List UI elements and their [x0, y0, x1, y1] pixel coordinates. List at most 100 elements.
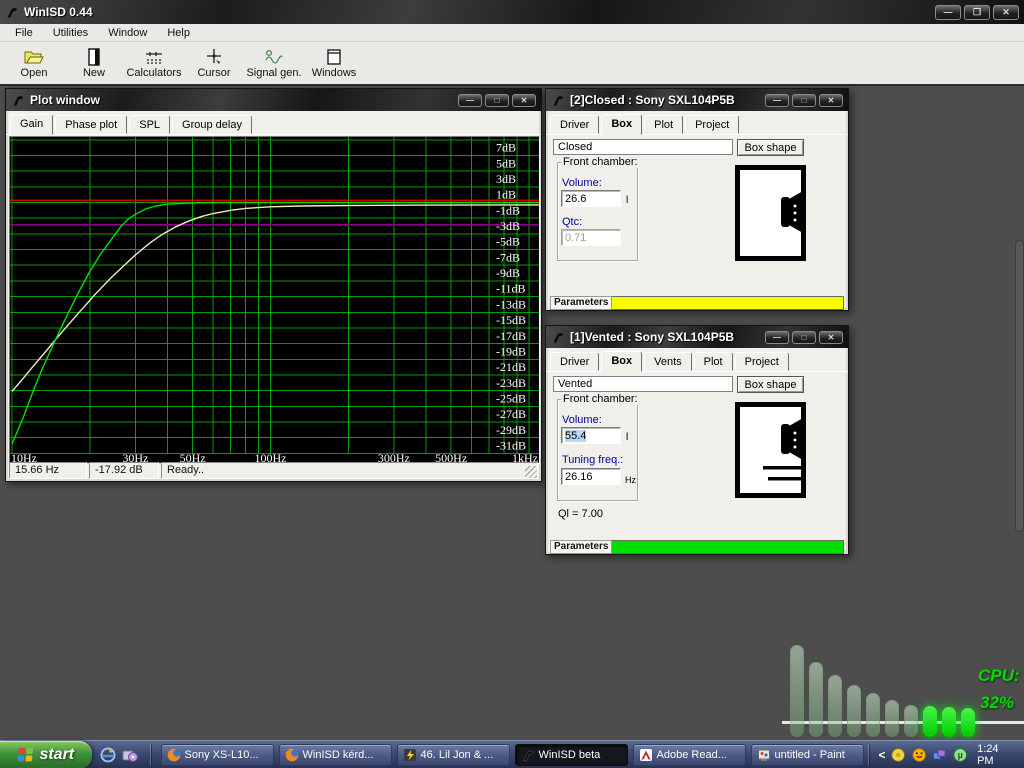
tuning-freq-input[interactable]: 26.16	[561, 468, 621, 485]
y-axis-label: -7dB	[496, 250, 520, 264]
volume-input[interactable]: 55.4	[561, 427, 621, 444]
firefox-icon	[285, 748, 299, 762]
maximize-button[interactable]: □	[792, 94, 816, 107]
taskbar-button-winisd-k-rd[interactable]: WinISD kérd...	[279, 744, 392, 766]
box-shape-button[interactable]: Box shape	[737, 139, 804, 156]
windows-button[interactable]: Windows	[304, 43, 364, 83]
system-tray: < µ 1:24 PM	[864, 743, 1024, 767]
closed-box-diagram	[735, 165, 806, 261]
y-axis-label: 1dB	[496, 188, 516, 202]
closed-progress	[612, 296, 844, 310]
calculators-button[interactable]: Calculators	[124, 43, 184, 83]
y-axis-label: -19dB	[496, 344, 526, 358]
close-button[interactable]: ✕	[819, 94, 843, 107]
taskbar-button-adobe-read[interactable]: Adobe Read...	[633, 744, 746, 766]
windows-label: Windows	[312, 67, 357, 79]
cursor-button[interactable]: Cursor	[184, 43, 244, 83]
new-button[interactable]: New	[64, 43, 124, 83]
signal-gen-button[interactable]: Signal gen.	[244, 43, 304, 83]
tab-driver[interactable]: Driver	[550, 115, 599, 134]
firefox-icon	[167, 748, 181, 762]
main-window-title: WinISD 0.44	[24, 5, 93, 19]
open-button[interactable]: Open	[4, 43, 64, 83]
cpu-bar-active	[942, 707, 956, 737]
plot-window-title: Plot window	[30, 93, 100, 107]
qtc-label: Qtc:	[562, 216, 582, 228]
taskbar-button-sony-xs-l10[interactable]: Sony XS-L10...	[161, 744, 274, 766]
minimize-button[interactable]: —	[935, 5, 961, 20]
vented-tabbar: Driver Box Vents Plot Project	[546, 348, 848, 372]
tuning-freq-unit: Hz	[625, 475, 636, 485]
tab-gain[interactable]: Gain	[10, 114, 53, 135]
cpu-bar	[828, 675, 842, 737]
emoticon-tray-icon[interactable]	[912, 747, 926, 763]
tab-plot[interactable]: Plot	[694, 352, 733, 371]
utorrent-tray-icon[interactable]: µ	[953, 747, 967, 763]
cpu-bar	[866, 693, 880, 737]
volume-input[interactable]: 26.6	[561, 190, 621, 207]
desktop-edge-slider	[1015, 240, 1024, 532]
tab-box[interactable]: Box	[601, 351, 642, 372]
gain-plot-canvas[interactable]: 7dB5dB3dB1dB-1dB-3dB-5dB-7dB-9dB-11dB-13…	[9, 136, 540, 464]
cpu-value: 32%	[980, 693, 1014, 713]
minimize-button[interactable]: —	[765, 94, 789, 107]
box-type-field[interactable]: Vented	[553, 376, 733, 392]
menu-file[interactable]: File	[5, 25, 43, 41]
restore-button[interactable]: ❐	[964, 5, 990, 20]
tray-collapse-chevron-icon[interactable]: <	[878, 748, 885, 762]
cpu-bar-active	[923, 706, 937, 737]
closed-window-title: [2]Closed : Sony SXL104P5B	[570, 93, 735, 107]
tuning-freq-label: Tuning freq.:	[562, 454, 623, 466]
maximize-button[interactable]: □	[485, 94, 509, 107]
internet-explorer-icon[interactable]	[100, 747, 116, 763]
y-axis-label: -15dB	[496, 313, 526, 327]
y-axis-label: 3dB	[496, 172, 516, 186]
cursor-crosshair-icon	[204, 48, 224, 66]
close-button[interactable]: ✕	[993, 5, 1019, 20]
box-type-field[interactable]: Closed	[553, 139, 733, 155]
status-message: Ready..	[161, 462, 538, 479]
tab-phase-plot[interactable]: Phase plot	[55, 115, 127, 134]
parameters-label[interactable]: Parameters	[550, 296, 612, 310]
vented-box-diagram	[735, 402, 806, 498]
quick-launch	[100, 747, 138, 763]
svg-text:µ: µ	[957, 750, 962, 760]
minimize-button[interactable]: —	[458, 94, 482, 107]
paint-icon	[757, 748, 771, 762]
task-button-label: WinISD kérd...	[303, 749, 374, 761]
yellow-ball-tray-icon[interactable]	[891, 747, 905, 763]
menu-help[interactable]: Help	[157, 25, 200, 41]
taskbar-button-winisd-beta[interactable]: WinISD beta	[515, 744, 628, 766]
volume-unit: l	[626, 195, 628, 206]
tab-project[interactable]: Project	[735, 352, 789, 371]
box-shape-button[interactable]: Box shape	[737, 376, 804, 393]
closed-parameters-row: Parameters	[550, 296, 844, 310]
tab-group-delay[interactable]: Group delay	[172, 115, 252, 134]
tab-box[interactable]: Box	[601, 114, 642, 135]
parameters-label[interactable]: Parameters	[550, 540, 612, 554]
taskbar-button-untitled-paint[interactable]: untitled - Paint	[751, 744, 864, 766]
close-button[interactable]: ✕	[512, 94, 536, 107]
resize-grip[interactable]	[525, 466, 537, 478]
y-axis-label: -5dB	[496, 235, 520, 249]
maximize-button[interactable]: □	[792, 331, 816, 344]
qtc-input[interactable]: 0.71	[561, 229, 621, 246]
tab-driver[interactable]: Driver	[550, 352, 599, 371]
taskbar-divider	[150, 744, 151, 766]
tab-spl[interactable]: SPL	[129, 115, 170, 134]
tab-project[interactable]: Project	[685, 115, 739, 134]
menu-window[interactable]: Window	[98, 25, 157, 41]
calculators-icon	[144, 48, 164, 66]
tab-vents[interactable]: Vents	[644, 352, 692, 371]
network-tray-icon[interactable]	[932, 747, 946, 763]
close-button[interactable]: ✕	[819, 331, 843, 344]
menu-utilities[interactable]: Utilities	[43, 25, 98, 41]
cpu-bar-active	[961, 708, 975, 737]
adobe-reader-icon	[639, 748, 653, 762]
media-player-icon[interactable]	[122, 747, 138, 763]
cursor-level-readout: -17.92 dB	[89, 462, 159, 479]
minimize-button[interactable]: —	[765, 331, 789, 344]
taskbar-button-46-lil-jon[interactable]: 46. Lil Jon & ...	[397, 744, 510, 766]
tab-plot[interactable]: Plot	[644, 115, 683, 134]
start-button[interactable]: start	[0, 741, 92, 768]
